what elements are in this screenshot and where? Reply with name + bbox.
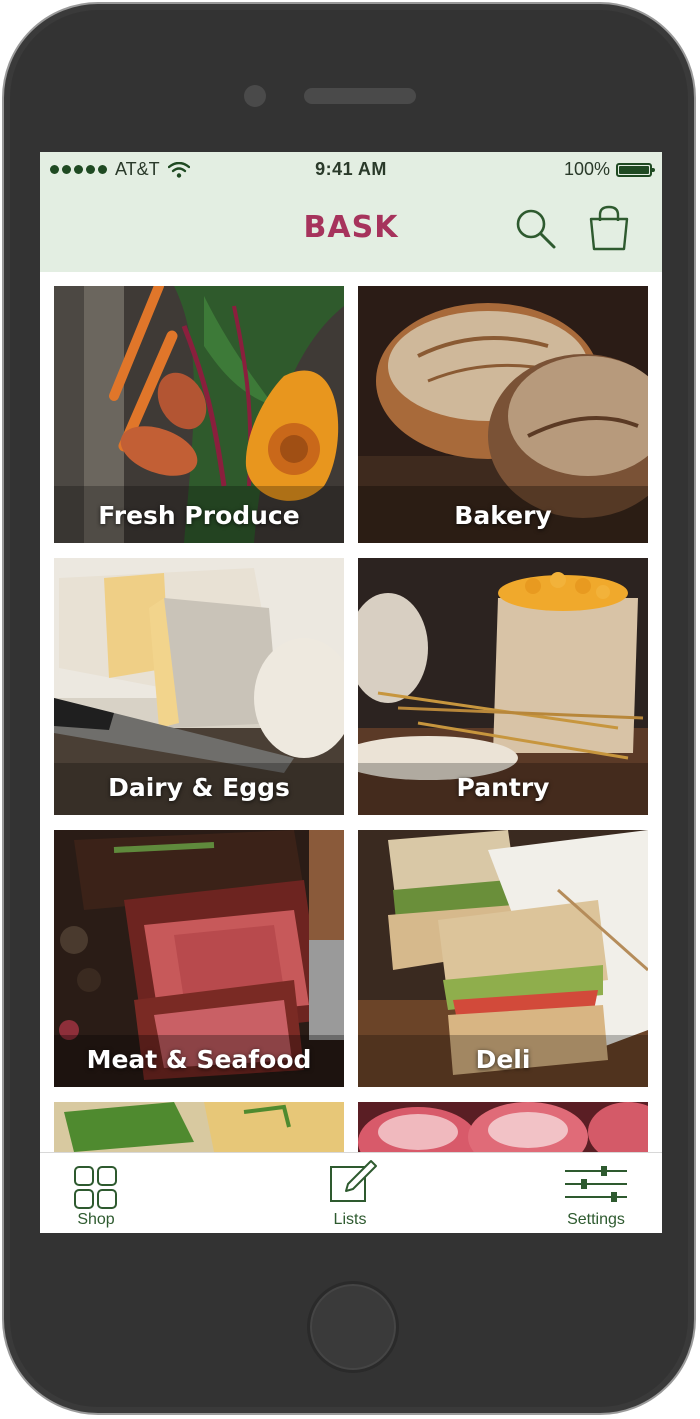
tab-lists[interactable]: Lists	[320, 1153, 380, 1233]
category-tile-deli[interactable]: Deli	[358, 830, 648, 1087]
app-header: AT&T 9:41 AM 100% BASK	[40, 152, 662, 272]
status-bar: AT&T 9:41 AM 100%	[40, 152, 662, 188]
tab-label: Shop	[77, 1211, 115, 1228]
app-logo[interactable]: BASK	[40, 210, 662, 245]
category-tile-partial-right[interactable]	[358, 1102, 648, 1152]
category-tile-dairy-eggs[interactable]: Dairy & Eggs	[54, 558, 344, 815]
category-grid: Fresh Produce Bakery Dairy & Eggs Pantry…	[40, 272, 662, 1152]
category-tile-pantry[interactable]: Pantry	[358, 558, 648, 815]
app-screen: AT&T 9:41 AM 100% BASK Fresh Produce Bak…	[40, 152, 662, 1233]
tab-settings[interactable]: Settings	[554, 1153, 638, 1233]
edit-icon	[330, 1160, 377, 1202]
home-button[interactable]	[307, 1281, 399, 1373]
partial-category-image	[54, 1102, 344, 1152]
tab-label: Lists	[333, 1211, 367, 1228]
category-tile-partial-left[interactable]	[54, 1102, 344, 1152]
tab-label: Settings	[567, 1211, 625, 1228]
battery-icon	[616, 162, 655, 177]
category-label: Dairy & Eggs	[108, 773, 290, 802]
sliders-icon	[565, 1166, 627, 1202]
cart-button[interactable]	[588, 204, 630, 252]
front-camera	[244, 85, 266, 107]
category-label: Deli	[475, 1045, 531, 1074]
search-button[interactable]	[514, 207, 558, 251]
category-label: Meat & Seafood	[86, 1045, 312, 1074]
grid-icon	[74, 1166, 117, 1209]
category-tile-bakery[interactable]: Bakery	[358, 286, 648, 543]
category-label: Bakery	[454, 501, 552, 530]
category-tile-fresh-produce[interactable]: Fresh Produce	[54, 286, 344, 543]
shopping-bag-icon	[589, 205, 629, 251]
tab-shop[interactable]: Shop	[64, 1153, 128, 1233]
category-tile-meat-seafood[interactable]: Meat & Seafood	[54, 830, 344, 1087]
category-label: Pantry	[456, 773, 550, 802]
tab-bar: Shop Lists Settings	[40, 1152, 662, 1233]
search-icon	[516, 209, 556, 249]
earpiece-speaker	[304, 88, 416, 104]
battery-percentage: 100%	[563, 159, 610, 179]
category-label: Fresh Produce	[98, 501, 300, 530]
partial-category-image	[358, 1102, 648, 1152]
